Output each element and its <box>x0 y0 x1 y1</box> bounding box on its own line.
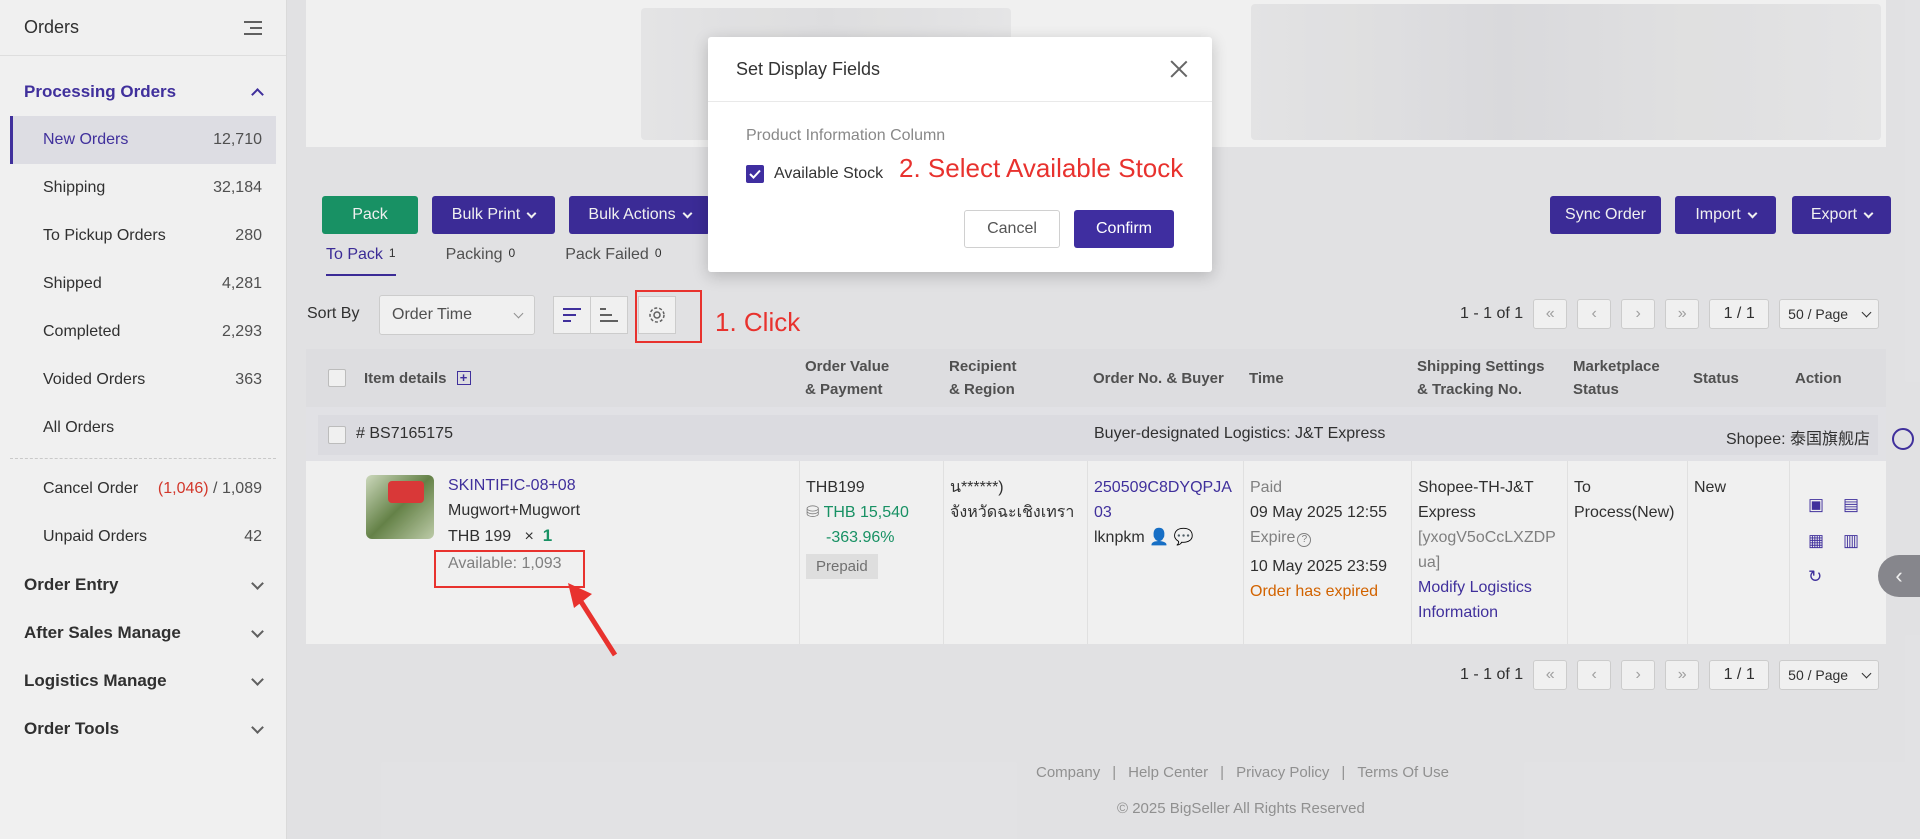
available-stock-label: Available Stock <box>774 165 884 182</box>
checkbox-checked-icon[interactable] <box>746 165 764 183</box>
annotation-step2: 2. Select Available Stock <box>899 153 1184 183</box>
confirm-button[interactable]: Confirm <box>1074 210 1174 248</box>
annotation-arrow <box>568 583 618 657</box>
available-stock-option[interactable]: Available Stock <box>746 165 883 183</box>
modal-section-label: Product Information Column <box>746 127 946 144</box>
close-icon[interactable] <box>1170 60 1188 78</box>
cancel-label: Cancel <box>987 220 1037 237</box>
modal-title: Set Display Fields <box>736 58 881 79</box>
annotation-step1: 1. Click <box>715 307 801 337</box>
confirm-label: Confirm <box>1095 220 1152 237</box>
annotation-box-settings <box>635 290 702 343</box>
modal-header: Set Display Fields <box>708 37 1212 102</box>
cancel-button[interactable]: Cancel <box>964 210 1060 248</box>
